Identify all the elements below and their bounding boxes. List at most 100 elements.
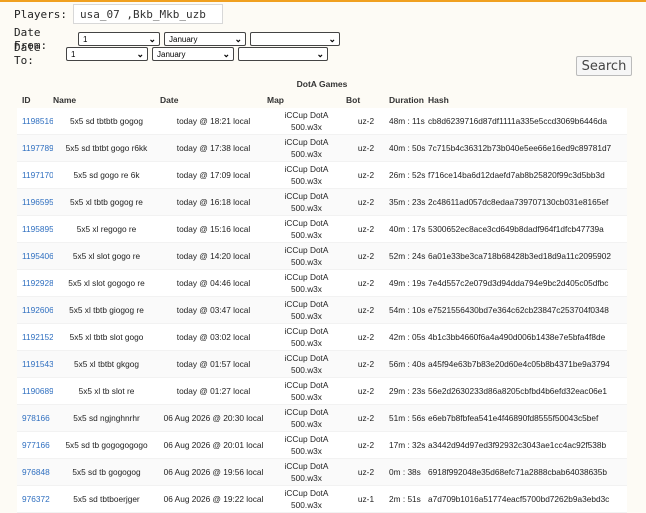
row-id: 1190689 (17, 386, 53, 396)
row-duration: 17m : 32s (389, 440, 426, 450)
game-id-link[interactable]: 1198516 (22, 116, 53, 126)
row-name: 5x5 xl tbtb giogog re (69, 305, 144, 315)
row-name: 5x5 xl slot gogo re (72, 251, 141, 261)
row-bot: uz-2 (357, 197, 375, 207)
row-id: 1195406 (17, 251, 53, 261)
table-body: 1198516 5x5 sd tbtbtb gogog today @ 18:21 … (17, 108, 627, 513)
row-hash: 2c48611ad057dc8edaa739707130cb031e8165ef (428, 197, 609, 207)
to-month-select[interactable]: January ⌄ (152, 47, 234, 61)
row-map: iCCup DotA 500.w3x (267, 325, 346, 349)
row-id: 1192606 (17, 305, 53, 315)
players-label: Players: (14, 7, 67, 21)
row-map: iCCup DotA 500.w3x (267, 352, 346, 376)
map-file: 500.w3x (291, 473, 322, 483)
map-file: 500.w3x (291, 257, 322, 267)
row-id: 1197789 (17, 143, 53, 153)
row-hash: 7c715b4c36312b73b040e5ee66e16ed9c89781d7 (428, 143, 612, 153)
to-year-select[interactable]: ⌄ (238, 47, 328, 61)
game-id-link[interactable]: 1197789 (22, 143, 53, 153)
to-day-select[interactable]: 1 ⌄ (66, 47, 148, 61)
row-name: 5x5 sd tb gogogogogo (65, 440, 148, 450)
game-id-link[interactable]: 1197170 (22, 170, 53, 180)
header-date[interactable]: Date (160, 95, 267, 105)
map-name: iCCup DotA (284, 326, 329, 336)
row-bot: uz-2 (357, 143, 375, 153)
map-file: 500.w3x (291, 500, 322, 510)
row-date: today @ 01:27 local (176, 386, 251, 396)
row-duration: 40m : 17s (389, 224, 426, 234)
map-file: 500.w3x (291, 365, 322, 375)
game-id-link[interactable]: 976848 (22, 467, 50, 477)
table-caption: DotA Games (296, 79, 348, 89)
row-map: iCCup DotA 500.w3x (267, 379, 346, 403)
row-id: 1197170 (17, 170, 53, 180)
game-id-link[interactable]: 1192928 (22, 278, 53, 288)
table-row: 1191543 5x5 xl tbtbt gkgog today @ 01:57 l… (17, 351, 627, 378)
game-id-link[interactable]: 976372 (22, 494, 50, 504)
players-row: Players: usa_07 ,Bkb_Mkb_uzb (14, 4, 223, 24)
map-file: 500.w3x (291, 230, 322, 240)
game-id-link[interactable]: 978166 (22, 413, 50, 423)
game-id-link[interactable]: 1190689 (22, 386, 53, 396)
table-row: 1192606 5x5 xl tbtb giogog re today @ 03:4… (17, 297, 627, 324)
map-name: iCCup DotA (284, 353, 329, 363)
map-file: 500.w3x (291, 176, 322, 186)
row-date: today @ 14:20 local (176, 251, 251, 261)
row-name: 5x5 xl tbtb slot gogo (69, 332, 144, 342)
map-name: iCCup DotA (284, 461, 329, 471)
row-hash: f716ce14ba6d12daefd7ab8b25820f99c3d5bb3d (428, 170, 605, 180)
table-row: 1192928 5x5 xl slot gogogo re today @ 04:4… (17, 270, 627, 297)
row-hash: a3442d94d97ed3f92932c3043ae1cc4ac92f538b (428, 440, 607, 450)
map-name: iCCup DotA (284, 164, 329, 174)
map-name: iCCup DotA (284, 380, 329, 390)
game-id-link[interactable]: 1192606 (22, 305, 53, 315)
row-hash: a7d709b1016a51774eacf5700bd7262b9a3ebd3c (428, 494, 610, 504)
row-duration: 51m : 56s (389, 413, 426, 423)
map-name: iCCup DotA (284, 245, 329, 255)
row-date: today @ 17:09 local (176, 170, 251, 180)
map-file: 500.w3x (291, 203, 322, 213)
row-date: today @ 17:38 local (176, 143, 251, 153)
to-day-value: 1 (71, 49, 76, 59)
players-input-value: usa_07 ,Bkb_Mkb_uzb (79, 7, 206, 21)
row-date: today @ 04:46 local (176, 278, 251, 288)
players-input[interactable]: usa_07 ,Bkb_Mkb_uzb (72, 4, 223, 24)
top-accent-bar (0, 0, 646, 2)
row-hash: e7521556430bd7e364c62cb23847c253704f0348 (428, 305, 609, 315)
row-duration: 26m : 52s (389, 170, 426, 180)
date-to-label: Date To: (14, 41, 41, 67)
game-id-link[interactable]: 1195895 (22, 224, 53, 234)
header-hash[interactable]: Hash (427, 95, 627, 105)
header-name[interactable]: Name (53, 95, 160, 105)
table-row: 977166 5x5 sd tb gogogogogo 06 Aug 2026 @ … (17, 432, 627, 459)
row-map: iCCup DotA 500.w3x (267, 433, 346, 457)
row-map: iCCup DotA 500.w3x (267, 298, 346, 322)
row-date: today @ 03:02 local (176, 332, 251, 342)
search-button[interactable]: Search (576, 56, 632, 76)
row-hash: 7e4d557c2e079d3d94dda794e9bc2d405c05dfbc (428, 278, 609, 288)
game-id-link[interactable]: 1195406 (22, 251, 53, 261)
map-name: iCCup DotA (284, 137, 329, 147)
map-file: 500.w3x (291, 149, 322, 159)
header-id[interactable]: ID (17, 95, 53, 105)
row-date: 06 Aug 2026 @ 20:30 local (163, 413, 264, 423)
game-id-link[interactable]: 977166 (22, 440, 50, 450)
row-bot: uz-2 (357, 359, 375, 369)
row-duration: 52m : 24s (389, 251, 426, 261)
row-hash: a45f94e63b7b83e20d60e4c05b8b4371be9a3794 (428, 359, 610, 369)
header-duration[interactable]: Duration (386, 95, 427, 105)
header-map[interactable]: Map (267, 94, 346, 106)
row-duration: 35m : 23s (389, 197, 426, 207)
row-bot: uz-1 (357, 494, 375, 504)
to-month-value: January (157, 49, 186, 59)
table-row: 978166 5x5 sd ngjnghnrhr 06 Aug 2026 @ 20:… (17, 405, 627, 432)
game-id-link[interactable]: 1191543 (22, 359, 53, 369)
header-bot[interactable]: Bot (346, 95, 386, 105)
chevron-down-icon: ⌄ (316, 48, 324, 59)
row-id: 1195895 (17, 224, 53, 234)
row-map: iCCup DotA 500.w3x (267, 217, 346, 241)
row-duration: 56m : 40s (389, 359, 426, 369)
game-id-link[interactable]: 1192152 (22, 332, 53, 342)
row-hash: e6eb7b8fbfea541e4f46890fd8555f50043c5bef (428, 413, 599, 423)
game-id-link[interactable]: 1196595 (22, 197, 53, 207)
